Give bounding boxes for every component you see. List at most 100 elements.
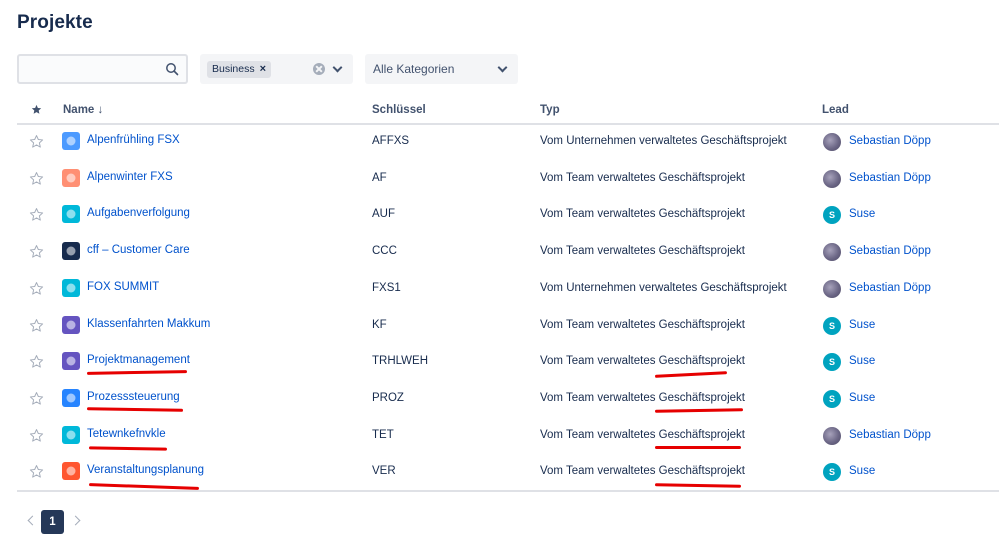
star-column-icon[interactable] [31,104,42,115]
filter-chip-business: Business × [207,61,272,78]
briefcase-icon [62,462,80,481]
project-key: AUF [372,208,395,221]
lead-name-link[interactable]: Sebastian Döpp [849,282,931,294]
project-name-link[interactable]: Klassenfahrten Makkum [87,318,210,330]
favorite-star-icon[interactable] [29,354,44,369]
project-name-link[interactable]: FOX SUMMIT [87,281,159,293]
lead-avatar [823,426,841,445]
search-input[interactable] [19,56,149,82]
favorite-star-icon[interactable] [29,244,44,259]
lead-avatar: S [823,316,841,335]
project-name-link[interactable]: cff – Customer Care [87,244,190,256]
chevron-down-icon[interactable] [332,62,343,73]
project-type: Vom Team verwaltetes Geschäftsprojekt [540,428,745,441]
favorite-star-icon[interactable] [29,171,44,186]
person-icon [62,168,80,187]
page-title: Projekte [17,12,93,33]
project-type: Vom Unternehmen verwaltetes Geschäftspro… [540,135,787,147]
pagination-next-icon[interactable] [70,515,81,526]
chevron-down-icon[interactable] [497,62,508,73]
bird-icon [62,315,80,334]
favorite-star-icon[interactable] [29,134,44,149]
project-key: KF [372,318,387,331]
lead-avatar [823,169,841,188]
lead-name-link[interactable]: Suse [849,355,875,367]
category-select[interactable]: Alle Kategorien [365,54,518,84]
mountain-icon [62,132,80,150]
lead-name-link[interactable]: Sebastian Döpp [849,429,931,441]
cloud-icon [62,352,80,371]
favorite-star-icon[interactable] [29,428,44,443]
project-type-filter[interactable]: Business × [200,54,353,84]
project-key: AFFXS [372,135,410,147]
table-row[interactable]: cff – Customer Care CCC Vom Team verwaltet… [17,234,999,271]
project-type: Vom Team verwaltetes Geschäftsprojekt [540,355,745,368]
lead-avatar: S [823,463,841,482]
table-row[interactable]: Klassenfahrten Makkum KF Vom Team verwalte… [17,308,999,345]
rocket-icon [62,242,80,261]
table-row[interactable]: Alpenfrühling FSX AFFXS Vom Unternehmen ve… [17,124,999,161]
clear-filter-icon[interactable] [313,63,325,75]
project-name-link[interactable]: Prozesssteuerung [87,391,180,403]
truck-icon [62,278,80,297]
annotation-underline [655,446,741,449]
table-footer-divider [17,490,999,492]
project-name-link[interactable]: Aufgabenverfolgung [87,207,190,219]
favorite-star-icon[interactable] [29,281,44,296]
column-header-name[interactable]: Name ↓ [63,104,103,116]
lead-avatar [823,133,841,151]
column-header-type[interactable]: Typ [540,104,560,116]
table-row[interactable]: Alpenwinter FXS AF Vom Team verwaltetes Ge… [17,161,999,198]
pagination-current-page[interactable]: 1 [41,510,64,534]
notepad-icon [62,425,80,444]
lead-name-link[interactable]: Sebastian Döpp [849,135,931,147]
project-name-link[interactable]: Alpenfrühling FSX [87,134,180,146]
table-row[interactable]: Aufgabenverfolgung AUF Vom Team verwaltete… [17,197,999,234]
chip-remove-icon[interactable]: × [260,61,266,78]
project-name-link[interactable]: Alpenwinter FXS [87,171,173,183]
lead-avatar: S [823,353,841,372]
gear-icon [62,388,80,407]
project-key: CCC [372,245,397,258]
target-icon [62,205,80,224]
lead-name-link[interactable]: Suse [849,208,875,220]
lead-name-link[interactable]: Suse [849,392,875,404]
table-row[interactable]: Projektmanagement TRHLWEH Vom Team verwalt… [17,344,999,381]
lead-avatar [823,243,841,262]
lead-name-link[interactable]: Suse [849,319,875,331]
search-icon[interactable] [165,62,179,76]
lead-name-link[interactable]: Suse [849,465,875,477]
project-key: TRHLWEH [372,355,429,368]
project-key: FXS1 [372,281,401,294]
project-name-link[interactable]: Tetewnkefnvkle [87,428,166,440]
column-header-lead[interactable]: Lead [822,104,849,116]
project-type: Vom Team verwaltetes Geschäftsprojekt [540,171,745,184]
project-key: VER [372,465,396,478]
project-name-link[interactable]: Veranstaltungsplanung [87,464,204,476]
search-box[interactable] [17,54,188,84]
lead-name-link[interactable]: Sebastian Döpp [849,245,931,257]
favorite-star-icon[interactable] [29,391,44,406]
favorite-star-icon[interactable] [29,318,44,333]
project-type: Vom Team verwaltetes Geschäftsprojekt [540,245,745,258]
project-type: Vom Team verwaltetes Geschäftsprojekt [540,465,745,478]
favorite-star-icon[interactable] [29,464,44,479]
favorite-star-icon[interactable] [29,207,44,222]
lead-name-link[interactable]: Sebastian Döpp [849,172,931,184]
project-type: Vom Team verwaltetes Geschäftsprojekt [540,391,745,404]
table-row[interactable]: Prozesssteuerung PROZ Vom Team verwaltetes… [17,381,999,418]
project-type: Vom Team verwaltetes Geschäftsprojekt [540,318,745,331]
project-type: Vom Team verwaltetes Geschäftsprojekt [540,208,745,221]
pagination-prev-icon[interactable] [27,515,38,526]
filter-chip-label: Business [212,63,255,75]
lead-avatar [823,279,841,298]
table-row[interactable]: FOX SUMMIT FXS1 Vom Unternehmen verwaltete… [17,271,999,308]
project-key: PROZ [372,391,404,404]
category-select-value: Alle Kategorien [373,62,455,76]
lead-avatar: S [823,389,841,408]
project-name-link[interactable]: Projektmanagement [87,354,190,366]
project-type: Vom Unternehmen verwaltetes Geschäftspro… [540,281,787,294]
lead-avatar: S [823,206,841,225]
project-key: TET [372,428,394,441]
column-header-key[interactable]: Schlüssel [372,104,426,116]
